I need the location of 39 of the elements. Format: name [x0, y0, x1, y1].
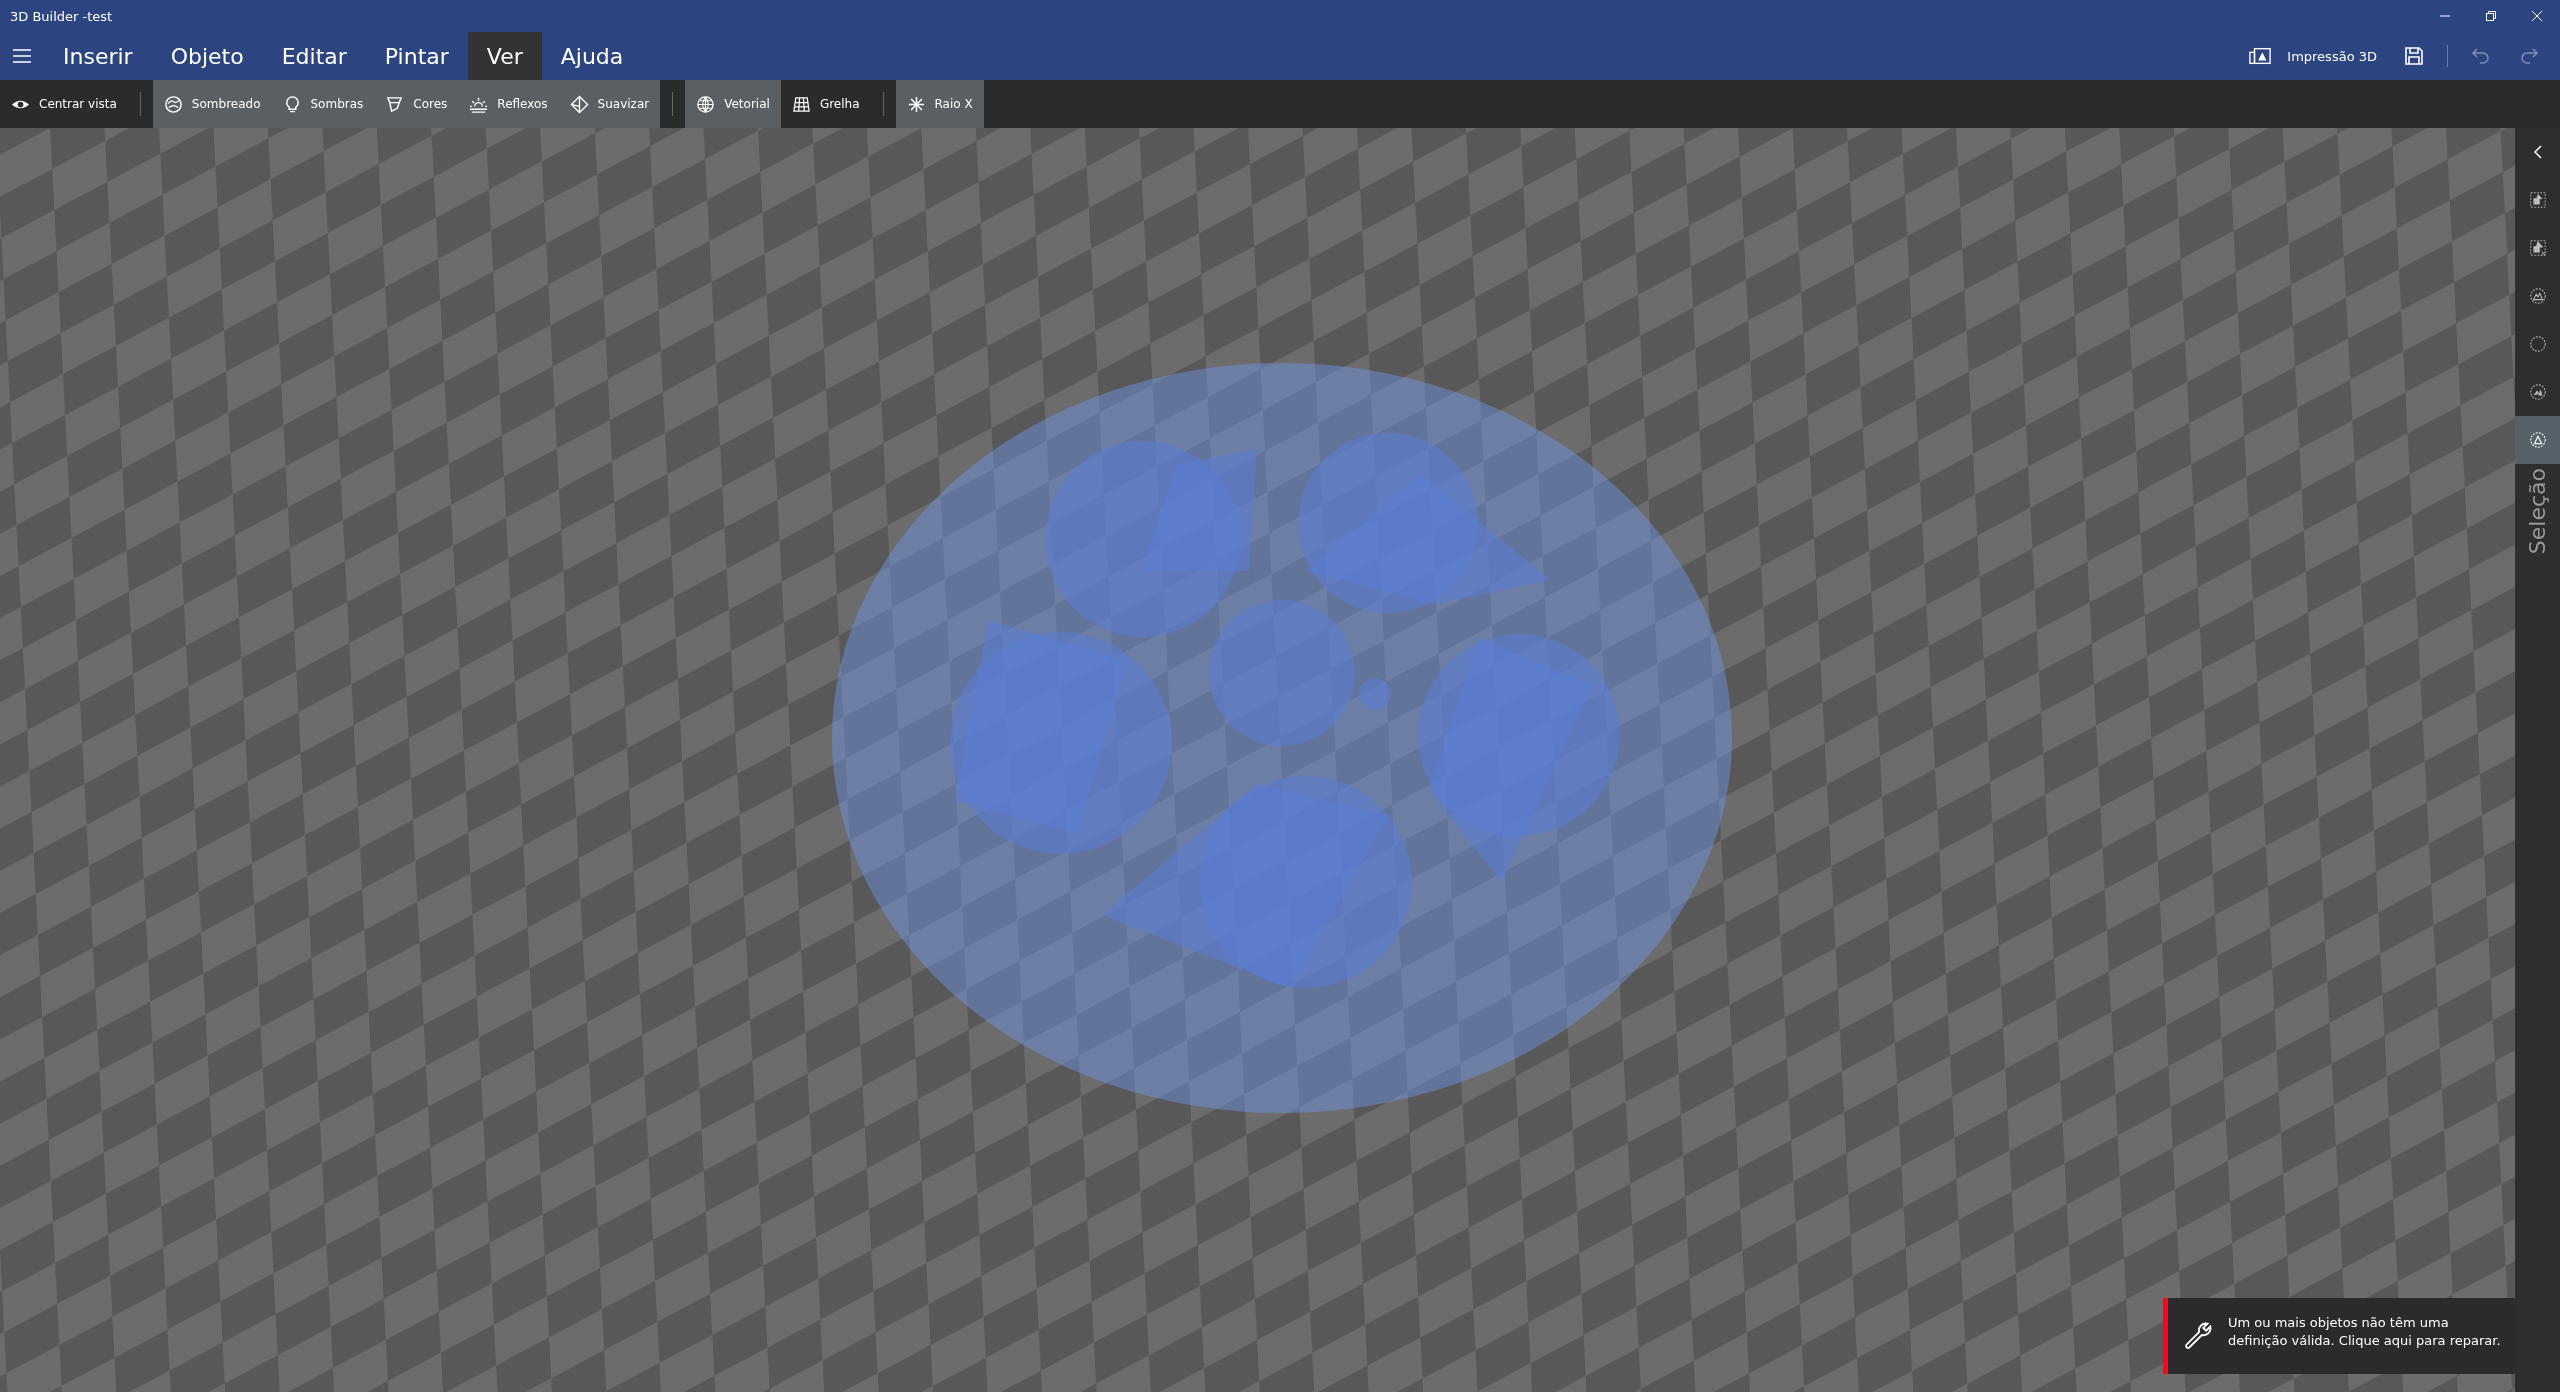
toolbar-toggle[interactable]: Sombreado — [152, 80, 272, 128]
diamond-icon — [569, 94, 589, 114]
printer-icon — [2249, 46, 2272, 66]
save-icon — [2403, 46, 2425, 66]
toolbar-toggle[interactable]: Sombras — [271, 80, 375, 128]
menu-tab[interactable]: Inserir — [44, 32, 152, 80]
toolbar-toggle[interactable]: Raio X — [895, 80, 984, 128]
globe-icon — [696, 94, 716, 114]
toolbar-toggle[interactable]: Cores — [374, 80, 459, 128]
toolbar-toggle[interactable]: Centrar vista — [0, 80, 128, 128]
menu-tab[interactable]: Ajuda — [541, 32, 643, 80]
redo-icon — [2518, 46, 2540, 66]
toolbar-toggle[interactable]: Reflexos — [458, 80, 559, 128]
menu-icon — [13, 49, 31, 63]
panel-label: Seleção — [2525, 468, 2550, 555]
asterisk-icon — [906, 94, 926, 114]
toolbar-toggle[interactable]: Vetorial — [685, 80, 781, 128]
undo-icon — [2470, 46, 2492, 66]
shaded-sphere-icon — [163, 94, 183, 114]
menu-tab[interactable]: Ver — [467, 32, 542, 80]
selection-mode-button[interactable] — [2515, 416, 2560, 464]
shapes-circle-icon — [2528, 383, 2547, 401]
dashed-circle-icon — [2528, 335, 2547, 353]
menu-tab[interactable]: Pintar — [365, 32, 468, 80]
window-title: 3D Builder -test — [9, 8, 113, 24]
menu-tab[interactable]: Objeto — [151, 32, 263, 80]
deselect-icon — [2528, 239, 2547, 257]
grid-icon — [791, 94, 811, 114]
select-all-icon — [2528, 191, 2547, 209]
menu-tab[interactable]: Editar — [262, 32, 366, 80]
restore-icon — [2485, 10, 2497, 22]
toolbar-toggle[interactable]: Suavizar — [558, 80, 661, 128]
mountains-circle-icon — [2528, 287, 2547, 305]
repair-notification[interactable]: Um ou mais objetos não têm uma definição válida. Clique aqui para reparar. — [2163, 1298, 2515, 1374]
close-icon — [2531, 10, 2543, 22]
toolbar-toggle[interactable]: Grelha — [780, 80, 871, 128]
paint-bucket-icon — [385, 94, 405, 114]
print-button[interactable]: Impressão 3D — [2237, 36, 2389, 76]
triangle-circle-icon — [2528, 431, 2547, 449]
